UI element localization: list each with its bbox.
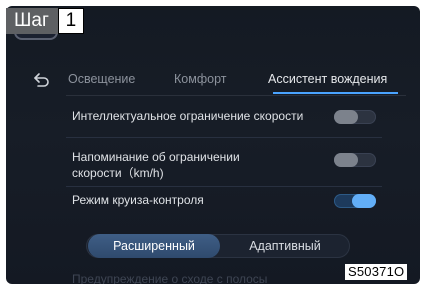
cruise-mode-selector: Расширенный Адаптивный <box>86 234 350 258</box>
cruise-mode-adaptive-button[interactable]: Адаптивный <box>220 234 350 258</box>
row-divider <box>66 186 382 187</box>
step-badge-word: Шаг <box>6 8 58 34</box>
setting-label-speed-limit-intelligent: Интеллектуальное ограничение скорости <box>72 109 304 123</box>
toggle-knob <box>334 153 358 167</box>
setting-label-line1: Напоминание об ограничении <box>72 150 240 164</box>
active-tab-indicator <box>273 92 398 94</box>
step-badge-number: 1 <box>57 8 84 34</box>
cruise-mode-extended-button[interactable]: Расширенный <box>88 234 220 258</box>
header-divider <box>66 95 406 96</box>
back-arrow-icon[interactable] <box>32 72 52 88</box>
image-code-label: S50371O <box>345 264 408 280</box>
toggle-speed-limit-intelligent[interactable] <box>334 110 376 124</box>
toggle-cruise-mode[interactable] <box>334 194 376 208</box>
setting-label-cruise-mode: Режим круиза-контроля <box>72 193 204 207</box>
toggle-knob <box>352 194 376 208</box>
setting-label-lane-departure-partial[interactable]: Предупреждение о сходе с полосы <box>72 272 267 284</box>
tab-comfort[interactable]: Комфорт <box>174 72 226 86</box>
step-badge: Шаг 1 <box>6 8 84 34</box>
row-divider <box>66 137 382 138</box>
infotainment-screen: Освещение Комфорт Ассистент вождения Инт… <box>6 6 420 284</box>
setting-label-line2: скорости（km/h) <box>72 166 164 180</box>
tab-lighting[interactable]: Освещение <box>68 72 135 86</box>
toggle-knob <box>334 110 358 124</box>
toggle-speed-limit-reminder[interactable] <box>334 153 376 167</box>
setting-label-speed-limit-reminder: Напоминание об ограничении скорости（km/h… <box>72 149 240 181</box>
tab-driver-assist[interactable]: Ассистент вождения <box>268 72 387 86</box>
